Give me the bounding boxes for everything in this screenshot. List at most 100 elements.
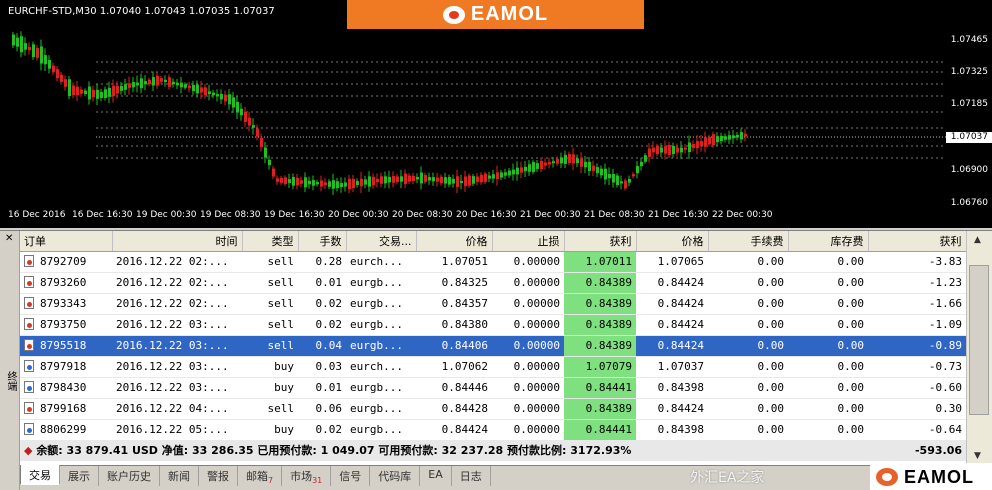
column-header-profit[interactable]: 获利 xyxy=(868,231,967,252)
summary-icon: ◆ xyxy=(24,444,33,457)
candle-body xyxy=(480,174,483,183)
table-row[interactable]: 8793260 2016.12.22 02:... sell 0.01 eurgb...… xyxy=(20,272,966,294)
tab-6[interactable]: 市场31 xyxy=(282,466,332,486)
tab-3[interactable]: 新闻 xyxy=(160,466,199,486)
candle-body xyxy=(104,89,107,99)
candle-body xyxy=(316,182,319,185)
candle-body xyxy=(432,177,435,182)
table-row[interactable]: 8792709 2016.12.22 02:... sell 0.28 eurch...… xyxy=(20,251,966,273)
scroll-down-icon[interactable]: ▼ xyxy=(974,451,981,461)
time-tick: 21 Dec 00:30 xyxy=(520,210,581,220)
cell-current-price: 0.84424 xyxy=(636,293,708,315)
table-row[interactable]: 8795518 2016.12.22 03:... sell 0.04 eurgb...… xyxy=(20,335,966,357)
cell-swap: 0.00 xyxy=(788,398,868,420)
column-header-lots[interactable]: 手数 xyxy=(298,231,347,252)
take-profit-text: 1.07011 xyxy=(585,255,632,268)
table-row[interactable]: 8797918 2016.12.22 03:... buy 0.03 eurch... 1… xyxy=(20,356,966,378)
candle-body xyxy=(448,177,451,185)
profit-text: -3.83 xyxy=(928,255,962,268)
cell-open-price: 0.84428 xyxy=(416,398,492,420)
cell-order-type: sell xyxy=(242,251,298,273)
column-header-price[interactable]: 价格 xyxy=(416,231,493,252)
swap-text: 0.00 xyxy=(837,297,865,310)
price-tick: 1.07465 xyxy=(950,35,988,45)
candle-body xyxy=(180,82,183,88)
terminal-label: 终端 xyxy=(5,371,16,391)
column-header-time[interactable]: 时间 xyxy=(112,231,243,252)
stop-loss-text: 0.00000 xyxy=(513,423,560,436)
table-row[interactable]: 8798430 2016.12.22 03:... buy 0.01 eurgb... 0… xyxy=(20,377,966,399)
tab-10[interactable]: 日志 xyxy=(452,466,491,486)
close-icon[interactable]: ✕ xyxy=(5,234,15,244)
time-tick: 20 Dec 16:30 xyxy=(456,210,517,220)
candle-body xyxy=(536,163,539,169)
take-profit-text: 0.84389 xyxy=(585,318,632,331)
tab-4[interactable]: 警报 xyxy=(199,466,238,486)
candle-body xyxy=(556,158,559,164)
candle-body xyxy=(740,132,743,140)
column-header-current-price[interactable]: 价格 xyxy=(636,231,709,252)
column-header-type[interactable]: 类型 xyxy=(242,231,299,252)
tab-9[interactable]: EA xyxy=(420,466,452,486)
scroll-thumb[interactable] xyxy=(969,265,989,415)
cell-symbol: eurgb... xyxy=(346,398,416,420)
table-row[interactable]: 8793750 2016.12.22 03:... sell 0.02 eurgb...… xyxy=(20,314,966,336)
open-time-text: 2016.12.22 03:... xyxy=(116,318,229,331)
candle-body xyxy=(164,79,167,83)
lot-size-text: 0.28 xyxy=(315,255,343,268)
tab-2[interactable]: 账户历史 xyxy=(99,466,160,486)
column-header-stop-loss[interactable]: 止损 xyxy=(492,231,565,252)
tab-0[interactable]: 交易 xyxy=(20,465,60,485)
cell-take-profit: 1.07011 xyxy=(564,251,636,273)
column-header-symbol[interactable]: 交易... xyxy=(346,231,417,252)
cell-current-price: 0.84424 xyxy=(636,314,708,336)
swap-text: 0.00 xyxy=(837,255,865,268)
order-type-text: sell xyxy=(267,255,295,268)
current-price-text: 0.84424 xyxy=(657,318,704,331)
cell-profit: -0.64 xyxy=(868,419,966,441)
candle-body xyxy=(596,167,599,174)
cell-order-id: 8799168 xyxy=(20,398,112,420)
order-type-text: sell xyxy=(267,318,295,331)
candle-body xyxy=(108,87,111,97)
tab-5[interactable]: 邮箱7 xyxy=(238,466,283,486)
price-tick: 1.07185 xyxy=(950,99,988,109)
scroll-up-icon[interactable]: ▲ xyxy=(974,235,981,245)
price-chart[interactable]: EURCHF-STD,M30 1.07040 1.07043 1.07035 1… xyxy=(0,0,992,228)
candle-body xyxy=(624,180,627,189)
commission-text: 0.00 xyxy=(757,255,785,268)
candle-body xyxy=(260,137,263,148)
open-price-text: 0.84446 xyxy=(441,381,488,394)
vertical-scrollbar[interactable]: ▲ ▼ xyxy=(966,231,992,469)
cell-stop-loss: 0.00000 xyxy=(492,251,564,273)
column-header-swap[interactable]: 库存费 xyxy=(788,231,869,252)
cell-open-price: 0.84357 xyxy=(416,293,492,315)
candle-body xyxy=(344,182,347,187)
candle-body xyxy=(544,162,547,166)
open-time-text: 2016.12.22 04:... xyxy=(116,402,229,415)
cell-profit: 0.30 xyxy=(868,398,966,420)
cell-open-price: 0.84325 xyxy=(416,272,492,294)
candle-body xyxy=(664,146,667,154)
column-header-take-profit[interactable]: 获利 xyxy=(564,231,637,252)
time-tick: 21 Dec 08:30 xyxy=(584,210,645,220)
table-row[interactable]: 8793343 2016.12.22 02:... sell 0.02 eurgb...… xyxy=(20,293,966,315)
column-header-commission[interactable]: 手续费 xyxy=(708,231,789,252)
price-tick: 1.07325 xyxy=(950,67,988,77)
table-row[interactable]: 8806299 2016.12.22 05:... buy 0.02 eurgb... 0… xyxy=(20,419,966,441)
tab-7[interactable]: 信号 xyxy=(331,466,371,486)
candle-body xyxy=(116,85,119,94)
candle-body xyxy=(612,173,615,183)
column-header-order[interactable]: 订单 xyxy=(20,231,113,252)
table-row[interactable]: 8799168 2016.12.22 04:... sell 0.06 eurgb...… xyxy=(20,398,966,420)
open-time-text: 2016.12.22 02:... xyxy=(116,276,229,289)
cell-order-type: sell xyxy=(242,335,298,357)
tab-1[interactable]: 展示 xyxy=(60,466,99,486)
tab-8[interactable]: 代码库 xyxy=(370,466,421,486)
tab-badge: 31 xyxy=(312,476,323,486)
stop-loss-text: 0.00000 xyxy=(513,297,560,310)
candle-body xyxy=(368,176,371,187)
tab-label: 警报 xyxy=(207,470,229,483)
swap-text: 0.00 xyxy=(837,276,865,289)
candle-body xyxy=(572,154,575,164)
